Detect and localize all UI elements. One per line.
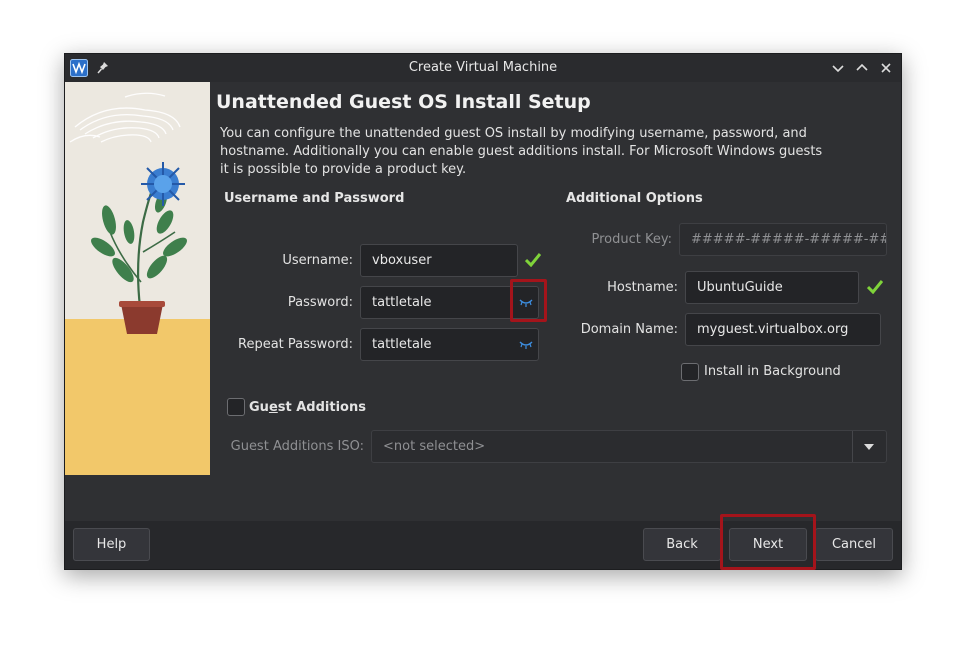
- repeat-password-field[interactable]: tattletale: [360, 328, 539, 361]
- page-title: Unattended Guest OS Install Setup: [216, 91, 591, 113]
- hostname-field[interactable]: UbuntuGuide: [685, 271, 859, 304]
- cancel-button[interactable]: Cancel: [815, 528, 893, 561]
- eye-icon-highlight-box: [510, 279, 547, 322]
- guest-additions-iso-value: <not selected>: [383, 439, 486, 454]
- combo-separator: [852, 431, 853, 462]
- window-title: Create Virtual Machine: [408, 60, 558, 75]
- guest-additions-label-mnemonic: e: [268, 400, 278, 415]
- guest-additions-label-start: Gu: [249, 400, 269, 415]
- product-key-field[interactable]: #####-#####-#####-#####-#####: [679, 223, 887, 256]
- password-label: Password:: [287, 295, 353, 310]
- wizard-illustration-plant: [65, 82, 210, 475]
- page-description: You can configure the unattended guest O…: [220, 126, 823, 177]
- hostname-label: Hostname:: [607, 280, 678, 295]
- guest-additions-iso-select[interactable]: <not selected>: [371, 430, 887, 463]
- title-bar: Create Virtual Machine: [65, 54, 901, 82]
- help-button[interactable]: Help: [73, 528, 150, 561]
- guest-additions-label-end: st Additions: [277, 400, 366, 415]
- close-icon[interactable]: [878, 60, 894, 76]
- username-label: Username:: [282, 253, 353, 268]
- repeat-password-label: Repeat Password:: [238, 337, 353, 352]
- install-in-background-checkbox[interactable]: [681, 363, 699, 381]
- maximize-chevron-up-icon[interactable]: [854, 60, 870, 76]
- domain-name-field[interactable]: myguest.virtualbox.org: [685, 313, 881, 346]
- hostname-valid-check-icon: [867, 280, 883, 294]
- username-valid-check-icon: [525, 253, 541, 267]
- guest-additions-checkbox[interactable]: [227, 398, 245, 416]
- additional-options-section-title: Additional Options: [566, 191, 703, 206]
- install-in-background-label[interactable]: Install in Background: [704, 364, 841, 379]
- create-vm-dialog: Create Virtual Machine Unattended Guest …: [64, 53, 902, 570]
- next-button-highlight-box: [720, 514, 816, 570]
- dropdown-arrow-icon[interactable]: [863, 443, 875, 451]
- username-password-section-title: Username and Password: [224, 191, 405, 206]
- back-button[interactable]: Back: [643, 528, 721, 561]
- guest-additions-iso-label: Guest Additions ISO:: [230, 439, 364, 454]
- username-field[interactable]: vboxuser: [360, 244, 518, 277]
- show-repeat-password-eye-icon[interactable]: [519, 341, 533, 349]
- domain-name-label: Domain Name:: [580, 322, 678, 337]
- product-key-label: Product Key:: [591, 232, 673, 247]
- minimize-chevron-down-icon[interactable]: [830, 60, 846, 76]
- guest-additions-label[interactable]: Guest Additions: [249, 400, 366, 415]
